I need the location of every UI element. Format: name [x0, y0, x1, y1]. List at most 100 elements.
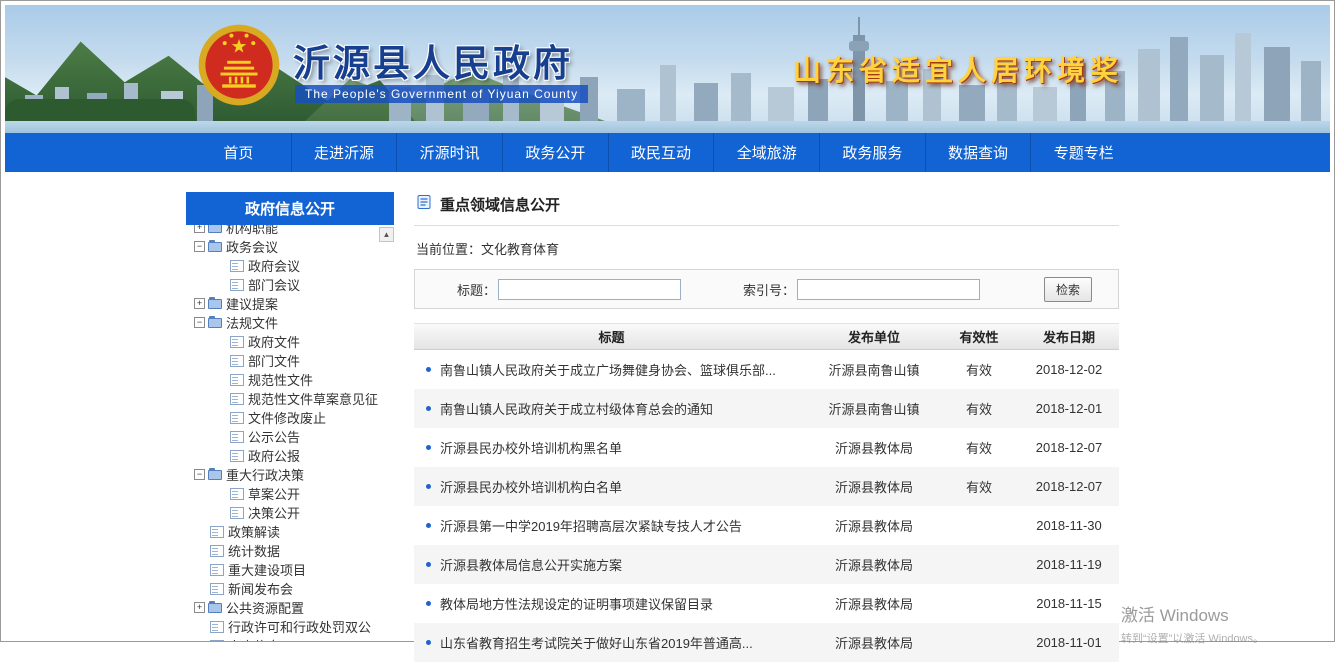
document-link[interactable]: 沂源县第一中学2019年招聘高层次紧缺专技人才公告	[440, 516, 742, 535]
main-nav: 首页走进沂源沂源时讯政务公开政民互动全域旅游政务服务数据查询专题专栏	[5, 133, 1330, 172]
tree-item[interactable]: 重大建设项目	[186, 560, 394, 579]
publish-unit: 沂源县南鲁山镇	[809, 360, 939, 379]
tree-item-label: 建议提案	[226, 294, 278, 313]
results-table: 标题发布单位有效性发布日期 南鲁山镇人民政府关于成立广场舞健身协会、篮球俱乐部.…	[414, 323, 1119, 662]
tree-item[interactable]: 部门文件	[186, 351, 394, 370]
nav-item[interactable]: 沂源时讯	[396, 133, 502, 172]
expand-icon[interactable]: +	[194, 298, 205, 309]
nav-item[interactable]: 走进沂源	[291, 133, 397, 172]
validity: 有效	[939, 438, 1019, 457]
tree-item[interactable]: 文件修改废止	[186, 408, 394, 427]
expand-icon[interactable]: +	[194, 602, 205, 613]
document-icon	[210, 621, 224, 633]
tree-item[interactable]: 行政许可和行政处罚双公	[186, 617, 394, 636]
building	[1200, 55, 1224, 121]
main-content: 重点领域信息公开 当前位置：文化教育体育 标题： 索引号： 检索 标题发布单位有…	[414, 192, 1119, 662]
building	[1170, 37, 1188, 121]
tree-item[interactable]: 规范性文件	[186, 370, 394, 389]
tree-item[interactable]: 政府文件	[186, 332, 394, 351]
table-row: 南鲁山镇人民政府关于成立广场舞健身协会、篮球俱乐部...沂源县南鲁山镇有效201…	[414, 350, 1119, 389]
tree-item[interactable]: 统计数据	[186, 541, 394, 560]
tree-item[interactable]: 新闻发布会	[186, 579, 394, 598]
bullet-icon	[426, 523, 431, 528]
folder-icon	[208, 470, 222, 480]
tree-item-label: 公共资源配置	[226, 598, 304, 617]
tree-item-label: 新闻发布会	[228, 579, 293, 598]
tree-item[interactable]: 人事信息	[186, 636, 394, 641]
tree-item-label: 重大行政决策	[226, 465, 304, 484]
document-icon	[230, 507, 244, 519]
building	[731, 73, 751, 121]
tree-item[interactable]: 规范性文件草案意见征	[186, 389, 394, 408]
collapse-icon[interactable]: −	[194, 317, 205, 328]
title-search-input[interactable]	[498, 279, 681, 300]
tree-item[interactable]: 决策公开	[186, 503, 394, 522]
nav-item[interactable]: 政务公开	[502, 133, 608, 172]
tree-item[interactable]: 政府会议	[186, 256, 394, 275]
tree-item-label: 政务会议	[226, 237, 278, 256]
award-text: 山东省适宜人居环境奖	[793, 49, 1123, 89]
document-link[interactable]: 南鲁山镇人民政府关于成立广场舞健身协会、篮球俱乐部...	[440, 360, 776, 379]
tree-item[interactable]: +机构职能	[186, 225, 394, 237]
tree-item[interactable]: + 公共资源配置	[186, 598, 394, 617]
document-link[interactable]: 山东省教育招生考试院关于做好山东省2019年普通高...	[440, 633, 753, 652]
tree-item[interactable]: − 政务会议	[186, 237, 394, 256]
publish-unit: 沂源县教体局	[809, 438, 939, 457]
document-link[interactable]: 教体局地方性法规设定的证明事项建议保留目录	[440, 594, 713, 613]
tree-item-label: 行政许可和行政处罚双公	[228, 617, 371, 636]
nav-item[interactable]: 全域旅游	[713, 133, 819, 172]
scroll-up-icon[interactable]: ▲	[379, 227, 394, 242]
validity: 有效	[939, 477, 1019, 496]
tree-item[interactable]: −法规文件	[186, 313, 394, 332]
expand-icon[interactable]: +	[194, 225, 205, 233]
building	[959, 85, 985, 121]
document-icon	[230, 355, 244, 367]
document-link[interactable]: 南鲁山镇人民政府关于成立村级体育总会的通知	[440, 399, 713, 418]
tree-item-label: 草案公开	[248, 484, 300, 503]
document-icon	[230, 450, 244, 462]
document-link[interactable]: 沂源县民办校外培训机构黑名单	[440, 438, 622, 457]
tree-item[interactable]: 政策解读	[186, 522, 394, 541]
building	[1033, 87, 1057, 121]
sidebar: 政府信息公开 ▲ +机构职能 − 政务会议政府会议部门会议 + 建议提案−法规文件政府文…	[186, 192, 394, 662]
tree-item-label: 统计数据	[228, 541, 280, 560]
table-row: 沂源县第一中学2019年招聘高层次紧缺专技人才公告沂源县教体局2018-11-3…	[414, 506, 1119, 545]
bullet-icon	[426, 406, 431, 411]
column-header: 发布日期	[1019, 327, 1119, 346]
validity: 有效	[939, 360, 1019, 379]
national-emblem-icon	[197, 23, 281, 107]
nav-item[interactable]: 专题专栏	[1030, 133, 1136, 172]
publish-unit: 沂源县教体局	[809, 477, 939, 496]
document-link[interactable]: 沂源县教体局信息公开实施方案	[440, 555, 622, 574]
tree-item[interactable]: 政府公报	[186, 446, 394, 465]
section-icon	[416, 194, 432, 215]
sidebar-title[interactable]: 政府信息公开	[186, 192, 394, 225]
folder-icon	[208, 603, 222, 613]
index-search-input[interactable]	[797, 279, 980, 300]
bullet-icon	[426, 601, 431, 606]
tree-item-label: 规范性文件草案意见征	[248, 389, 378, 408]
search-button[interactable]: 检索	[1044, 277, 1092, 302]
tree-item[interactable]: − 重大行政决策	[186, 465, 394, 484]
nav-item[interactable]: 政民互动	[608, 133, 714, 172]
results-table-body: 南鲁山镇人民政府关于成立广场舞健身协会、篮球俱乐部...沂源县南鲁山镇有效201…	[414, 350, 1119, 662]
collapse-icon[interactable]: −	[194, 469, 205, 480]
index-search-label: 索引号：	[743, 280, 795, 299]
validity: 有效	[939, 399, 1019, 418]
title-search-label: 标题：	[457, 280, 496, 299]
nav-item[interactable]: 数据查询	[925, 133, 1031, 172]
collapse-icon[interactable]: −	[194, 241, 205, 252]
document-link[interactable]: 沂源县民办校外培训机构白名单	[440, 477, 622, 496]
table-row: 教体局地方性法规设定的证明事项建议保留目录沂源县教体局2018-11-15	[414, 584, 1119, 623]
bullet-icon	[426, 367, 431, 372]
tree-item[interactable]: 部门会议	[186, 275, 394, 294]
building	[617, 89, 645, 121]
page: 沂源县人民政府 The People's Government of Yiyua…	[0, 0, 1335, 642]
tree-item-label: 政策解读	[228, 522, 280, 541]
tree-item[interactable]: 草案公开	[186, 484, 394, 503]
building	[1301, 61, 1321, 121]
tree-item[interactable]: 公示公告	[186, 427, 394, 446]
nav-item[interactable]: 政务服务	[819, 133, 925, 172]
tree-item[interactable]: + 建议提案	[186, 294, 394, 313]
nav-item[interactable]: 首页	[186, 133, 291, 172]
